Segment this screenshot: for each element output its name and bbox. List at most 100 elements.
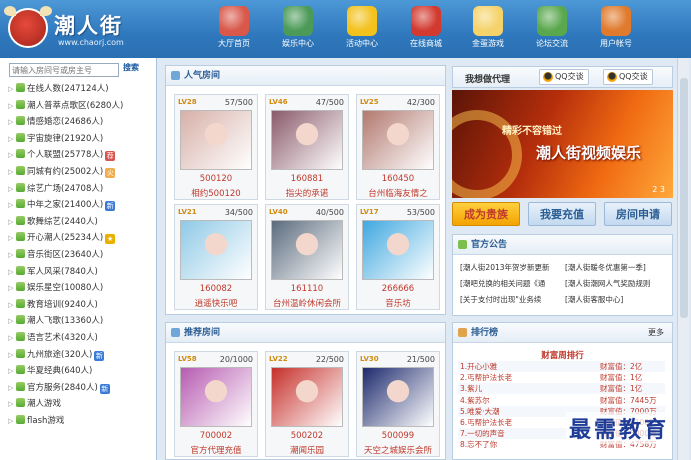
nav-item-games[interactable]: 娱乐中心 [270,6,326,54]
room-card[interactable]: LV22 22/500 500202 潮闻乐园 [265,351,349,457]
expand-arrow-icon[interactable]: ▷ [8,413,16,430]
room-thumbnail[interactable] [362,110,434,170]
ranking-row[interactable]: 3.紫儿 财富值：1亿 [458,383,665,395]
nav-item-egg[interactable]: 金蛋游戏 [460,6,516,54]
room-card[interactable]: LV17 53/500 266666 音乐坊 [356,204,440,310]
room-thumbnail[interactable] [180,110,252,170]
expand-arrow-icon[interactable]: ▷ [8,264,16,281]
room-card[interactable]: LV28 57/500 500120 相约500120 [174,94,258,200]
room-search-input[interactable] [9,63,119,77]
room-id[interactable]: 700002 [175,431,257,441]
expand-arrow-icon[interactable]: ▷ [8,396,16,413]
sidebar-category-item[interactable]: ▷ 个人联盟(25778人) 荐 [8,147,154,164]
room-id[interactable]: 161110 [266,284,348,294]
sidebar-category-item[interactable]: ▷ 在线人数(247124人) [8,81,154,98]
room-thumbnail[interactable] [271,110,343,170]
expand-arrow-icon[interactable]: ▷ [8,230,16,247]
sidebar-category-item[interactable]: ▷ 情感婚恋(24686人) [8,114,154,131]
banner-pager[interactable]: 2 3 [652,185,665,194]
ranking-row[interactable]: 4.紫苏尔 财富值：7445万 [458,395,665,406]
sidebar-category-item[interactable]: ▷ 语言艺术(4320人) [8,330,154,347]
promo-banner[interactable]: 精彩不容错过 潮人街视频娱乐 2 3 [452,90,673,198]
room-card[interactable]: LV21 34/500 160082 逍遥快乐吧 [174,204,258,310]
room-card[interactable]: LV46 47/500 160881 指尖的承诺 [265,94,349,200]
room-id[interactable]: 500099 [357,431,439,441]
sidebar-category-item[interactable]: ▷ 娱乐星空(10080人) [8,280,154,297]
room-thumbnail[interactable] [180,367,252,427]
sidebar-category-item[interactable]: ▷ 综艺广场(24708人) [8,181,154,198]
sidebar-category-item[interactable]: ▷ 九州旅途(320人) 新 [8,347,154,364]
expand-arrow-icon[interactable]: ▷ [8,214,16,231]
expand-arrow-icon[interactable]: ▷ [8,330,16,347]
expand-arrow-icon[interactable]: ▷ [8,197,16,214]
sidebar-category-item[interactable]: ▷ 潮人飞歌(13360人) [8,313,154,330]
notice-item[interactable]: [潮吧兑换的相关问题《通 [460,278,545,289]
expand-arrow-icon[interactable]: ▷ [8,181,16,198]
expand-arrow-icon[interactable]: ▷ [8,297,16,314]
nav-item-star[interactable]: 活动中心 [334,6,390,54]
expand-arrow-icon[interactable]: ▷ [8,131,16,148]
notice-item[interactable]: [潮人街客服中心] [565,294,623,305]
sidebar-category-item[interactable]: ▷ 华夏经典(640人) [8,363,154,380]
notice-item[interactable]: [潮人街2013年贺岁新更新 [460,262,550,273]
expand-arrow-icon[interactable]: ▷ [8,114,16,131]
scrollbar-thumb[interactable] [680,78,688,318]
site-logo[interactable]: 潮人街 www.chaorj.com [4,6,158,52]
page-scrollbar[interactable] [677,58,689,460]
sidebar-category-item[interactable]: ▷ 中年之家(21400人) 新 [8,197,154,214]
room-name[interactable]: 天空之城娱乐会所 [357,444,439,456]
sidebar-category-item[interactable]: ▷ 歌舞综艺(2440人) [8,214,154,231]
sidebar-category-item[interactable]: ▷ 宇宙旋律(21920人) [8,131,154,148]
room-thumbnail[interactable] [180,220,252,280]
qq-chat-button[interactable]: QQ交谈 [603,69,653,85]
nav-item-forum[interactable]: 论坛交流 [524,6,580,54]
ranking-more-link[interactable]: 更多 [648,323,664,343]
room-id[interactable]: 160082 [175,284,257,294]
search-button[interactable]: 搜索 [123,62,139,73]
room-name[interactable]: 指尖的承诺 [266,187,348,199]
room-id[interactable]: 266666 [357,284,439,294]
room-id[interactable]: 500120 [175,174,257,184]
room-thumbnail[interactable] [362,220,434,280]
sidebar-category-item[interactable]: ▷ 教育培训(9240人) [8,297,154,314]
nav-item-cart[interactable]: 在线商城 [398,6,454,54]
sidebar-category-item[interactable]: ▷ 潮人普萃点歌区(6280人) [8,98,154,115]
sidebar-category-item[interactable]: ▷ 潮人游戏 [8,396,154,413]
room-id[interactable]: 500202 [266,431,348,441]
notice-item[interactable]: [关于支付时出现"业务续 [460,294,541,305]
sidebar-category-item[interactable]: ▷ 开心潮人(25234人) ★ [8,230,154,247]
room-card[interactable]: LV25 42/300 160450 台州临海友情之 [356,94,440,200]
expand-arrow-icon[interactable]: ▷ [8,363,16,380]
room-card[interactable]: LV40 40/500 161110 台州温岭休闲会所 [265,204,349,310]
recharge-button[interactable]: 我要充值 [528,202,596,226]
expand-arrow-icon[interactable]: ▷ [8,313,16,330]
room-card[interactable]: LV58 20/1000 700002 官方代理充值 [174,351,258,457]
room-apply-button[interactable]: 房间申请 [604,202,672,226]
expand-arrow-icon[interactable]: ▷ [8,147,16,164]
expand-arrow-icon[interactable]: ▷ [8,347,16,364]
room-name[interactable]: 音乐坊 [357,297,439,309]
nav-item-home[interactable]: 大厅首页 [206,6,262,54]
qq-chat-button[interactable]: QQ交谈 [539,69,589,85]
room-name[interactable]: 台州临海友情之 [357,187,439,199]
room-id[interactable]: 160450 [357,174,439,184]
expand-arrow-icon[interactable]: ▷ [8,164,16,181]
room-name[interactable]: 逍遥快乐吧 [175,297,257,309]
room-id[interactable]: 160881 [266,174,348,184]
sidebar-category-item[interactable]: ▷ 官方服务(2840人) 新 [8,380,154,397]
room-name[interactable]: 台州温岭休闲会所 [266,297,348,309]
room-card[interactable]: LV30 21/500 500099 天空之城娱乐会所 [356,351,440,457]
nav-item-user[interactable]: 用户帐号 [588,6,644,54]
expand-arrow-icon[interactable]: ▷ [8,81,16,98]
room-name[interactable]: 官方代理充值 [175,444,257,456]
room-name[interactable]: 相约500120 [175,187,257,199]
expand-arrow-icon[interactable]: ▷ [8,98,16,115]
sidebar-category-item[interactable]: ▷ 音乐街区(23640人) [8,247,154,264]
room-name[interactable]: 潮闻乐园 [266,444,348,456]
ranking-row[interactable]: 2.丐帮护法长老 财富值：1亿 [458,372,665,383]
ranking-row[interactable]: 1.开心小雅 财富值：2亿 [458,361,665,372]
sidebar-category-item[interactable]: ▷ 军人风采(7840人) [8,264,154,281]
sidebar-category-item[interactable]: ▷ flash游戏 [8,413,154,430]
expand-arrow-icon[interactable]: ▷ [8,380,16,397]
expand-arrow-icon[interactable]: ▷ [8,280,16,297]
